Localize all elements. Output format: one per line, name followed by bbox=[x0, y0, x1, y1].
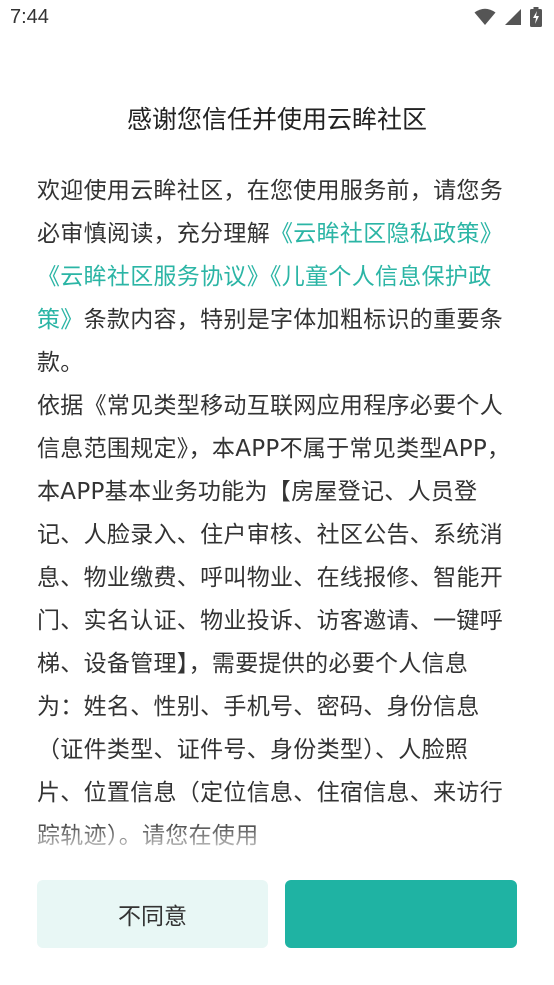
status-icons bbox=[474, 7, 542, 31]
agree-button[interactable] bbox=[285, 880, 517, 948]
battery-charging-icon bbox=[530, 7, 542, 31]
content-fade bbox=[0, 820, 554, 860]
agreement-content[interactable]: 欢迎使用云眸社区，在您使用服务前，请您务必审慎阅读，充分理解《云眸社区隐私政策》… bbox=[37, 170, 511, 858]
agreement-paragraph-details: 依据《常见类型移动互联网应用程序必要个人信息范围规定》，本APP不属于常见类型A… bbox=[37, 393, 511, 849]
agreement-paragraph-intro: 欢迎使用云眸社区，在您使用服务前，请您务必审慎阅读，充分理解《云眸社区隐私政策》… bbox=[37, 170, 511, 385]
signal-icon bbox=[504, 8, 522, 30]
dialog-title: 感谢您信任并使用云眸社区 bbox=[126, 105, 427, 134]
wifi-icon bbox=[474, 8, 496, 30]
status-time: 7:44 bbox=[10, 6, 49, 28]
service-agreement-link[interactable]: 《云眸社区服务协议》 bbox=[37, 264, 270, 290]
disagree-button[interactable]: 不同意 bbox=[37, 880, 268, 948]
privacy-policy-link[interactable]: 《云眸社区隐私政策》 bbox=[270, 221, 503, 247]
outro-text: 条款内容，特别是字体加粗标识的重要条款。 bbox=[37, 307, 504, 376]
status-bar: 7:44 bbox=[0, 0, 554, 40]
